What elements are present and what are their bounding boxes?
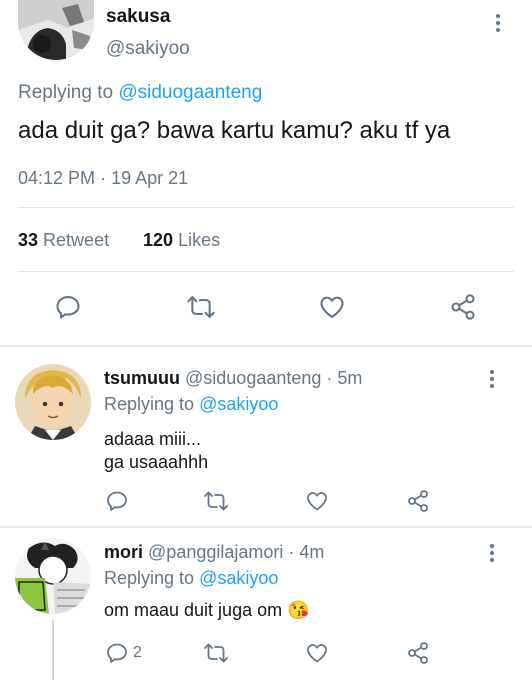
timestamp-separator: · (100, 168, 107, 188)
main-tweet-text: ada duit ga? bawa kartu kamu? aku tf ya (18, 117, 451, 144)
reply1-author-avatar[interactable] (15, 364, 91, 440)
reply1-bottom-divider (0, 526, 532, 528)
retweet-label: Retweet (43, 230, 110, 250)
stats-divider-bottom (18, 271, 514, 272)
reply2-author-avatar[interactable] (15, 538, 91, 614)
main-tweet-timestamp[interactable]: 04:12 PM · 19 Apr 21 (18, 168, 188, 189)
reply2-more-icon[interactable] (489, 544, 495, 565)
reply1-reply-button[interactable] (105, 489, 129, 513)
main-replying-to: Replying to @siduogaanteng (18, 82, 262, 104)
main-author-avatar[interactable] (18, 0, 94, 60)
stats-divider-top (18, 207, 514, 208)
replying-handle-link[interactable]: @sakiyoo (199, 394, 278, 414)
reply1-header: tsumuuu @siduogaanteng · 5m (104, 368, 362, 389)
retweet-icon (187, 296, 215, 318)
likes-stat[interactable]: 120 Likes (143, 230, 220, 251)
share-icon (408, 490, 428, 512)
main-author-name[interactable]: sakusa (106, 6, 170, 28)
likes-count: 120 (143, 230, 174, 250)
main-retweet-button[interactable] (186, 293, 216, 321)
reply1-text-line1: adaaa miii... (104, 429, 202, 449)
reply2-replying-to: Replying to @sakiyoo (104, 568, 278, 589)
reply2-reply-count: 2 (133, 644, 142, 661)
reply2-text: om maau duit juga om (104, 600, 283, 620)
retweet-stat[interactable]: 33 Retweet (18, 230, 109, 251)
replying-handle-link[interactable]: @siduogaanteng (118, 82, 262, 103)
reply1-like-button[interactable] (305, 489, 329, 513)
main-like-button[interactable] (318, 293, 346, 321)
reply2-thread-line (52, 620, 54, 680)
like-icon (320, 296, 344, 318)
retweet-icon (204, 491, 228, 511)
main-author-handle[interactable]: @sakiyoo (106, 38, 190, 60)
likes-label: Likes (178, 230, 221, 250)
kissing-emoji-icon: 😘 (287, 600, 310, 620)
reply1-retweet-button[interactable] (203, 489, 229, 513)
reply2-author-handle[interactable]: @panggilajamori (148, 542, 283, 562)
replying-prefix: Replying to (104, 394, 195, 414)
main-tweet-bottom-divider (0, 345, 532, 347)
reply2-age: · 4m (288, 542, 325, 562)
reply2-header: mori @panggilajamori · 4m (104, 542, 324, 563)
reply2-retweet-button[interactable] (203, 641, 229, 665)
share-icon (408, 642, 428, 664)
share-icon (451, 294, 475, 320)
reply-icon (56, 296, 80, 319)
tweet-date: 19 Apr 21 (111, 168, 189, 188)
like-icon (307, 644, 327, 663)
reply1-text-line2: ga usaaahhh (104, 452, 209, 472)
reply1-share-button[interactable] (406, 489, 430, 513)
main-reply-button[interactable] (54, 293, 82, 321)
reply2-share-button[interactable] (406, 641, 430, 665)
reply2-text-row: om maau duit juga om 😘 (104, 600, 310, 621)
replying-prefix: Replying to (104, 568, 195, 588)
tweet-time: 04:12 PM (18, 168, 96, 188)
main-more-icon[interactable] (495, 14, 501, 35)
reply2-like-button[interactable] (305, 641, 329, 665)
reply1-more-icon[interactable] (489, 370, 495, 391)
reply1-author-name[interactable]: tsumuuu (104, 368, 180, 388)
replying-prefix: Replying to (18, 82, 114, 103)
like-icon (307, 492, 327, 511)
reply-icon (107, 491, 127, 511)
reply2-author-name[interactable]: mori (104, 542, 143, 562)
main-share-button[interactable] (449, 293, 477, 321)
replying-handle-link[interactable]: @sakiyoo (199, 568, 278, 588)
reply1-author-handle[interactable]: @siduogaanteng (185, 368, 321, 388)
reply2-reply-button[interactable]: 2 (105, 641, 142, 665)
retweet-count: 33 (18, 230, 39, 250)
reply1-replying-to: Replying to @sakiyoo (104, 394, 278, 415)
reply-icon (107, 643, 127, 663)
retweet-icon (204, 643, 228, 663)
reply1-age: · 5m (326, 368, 363, 388)
